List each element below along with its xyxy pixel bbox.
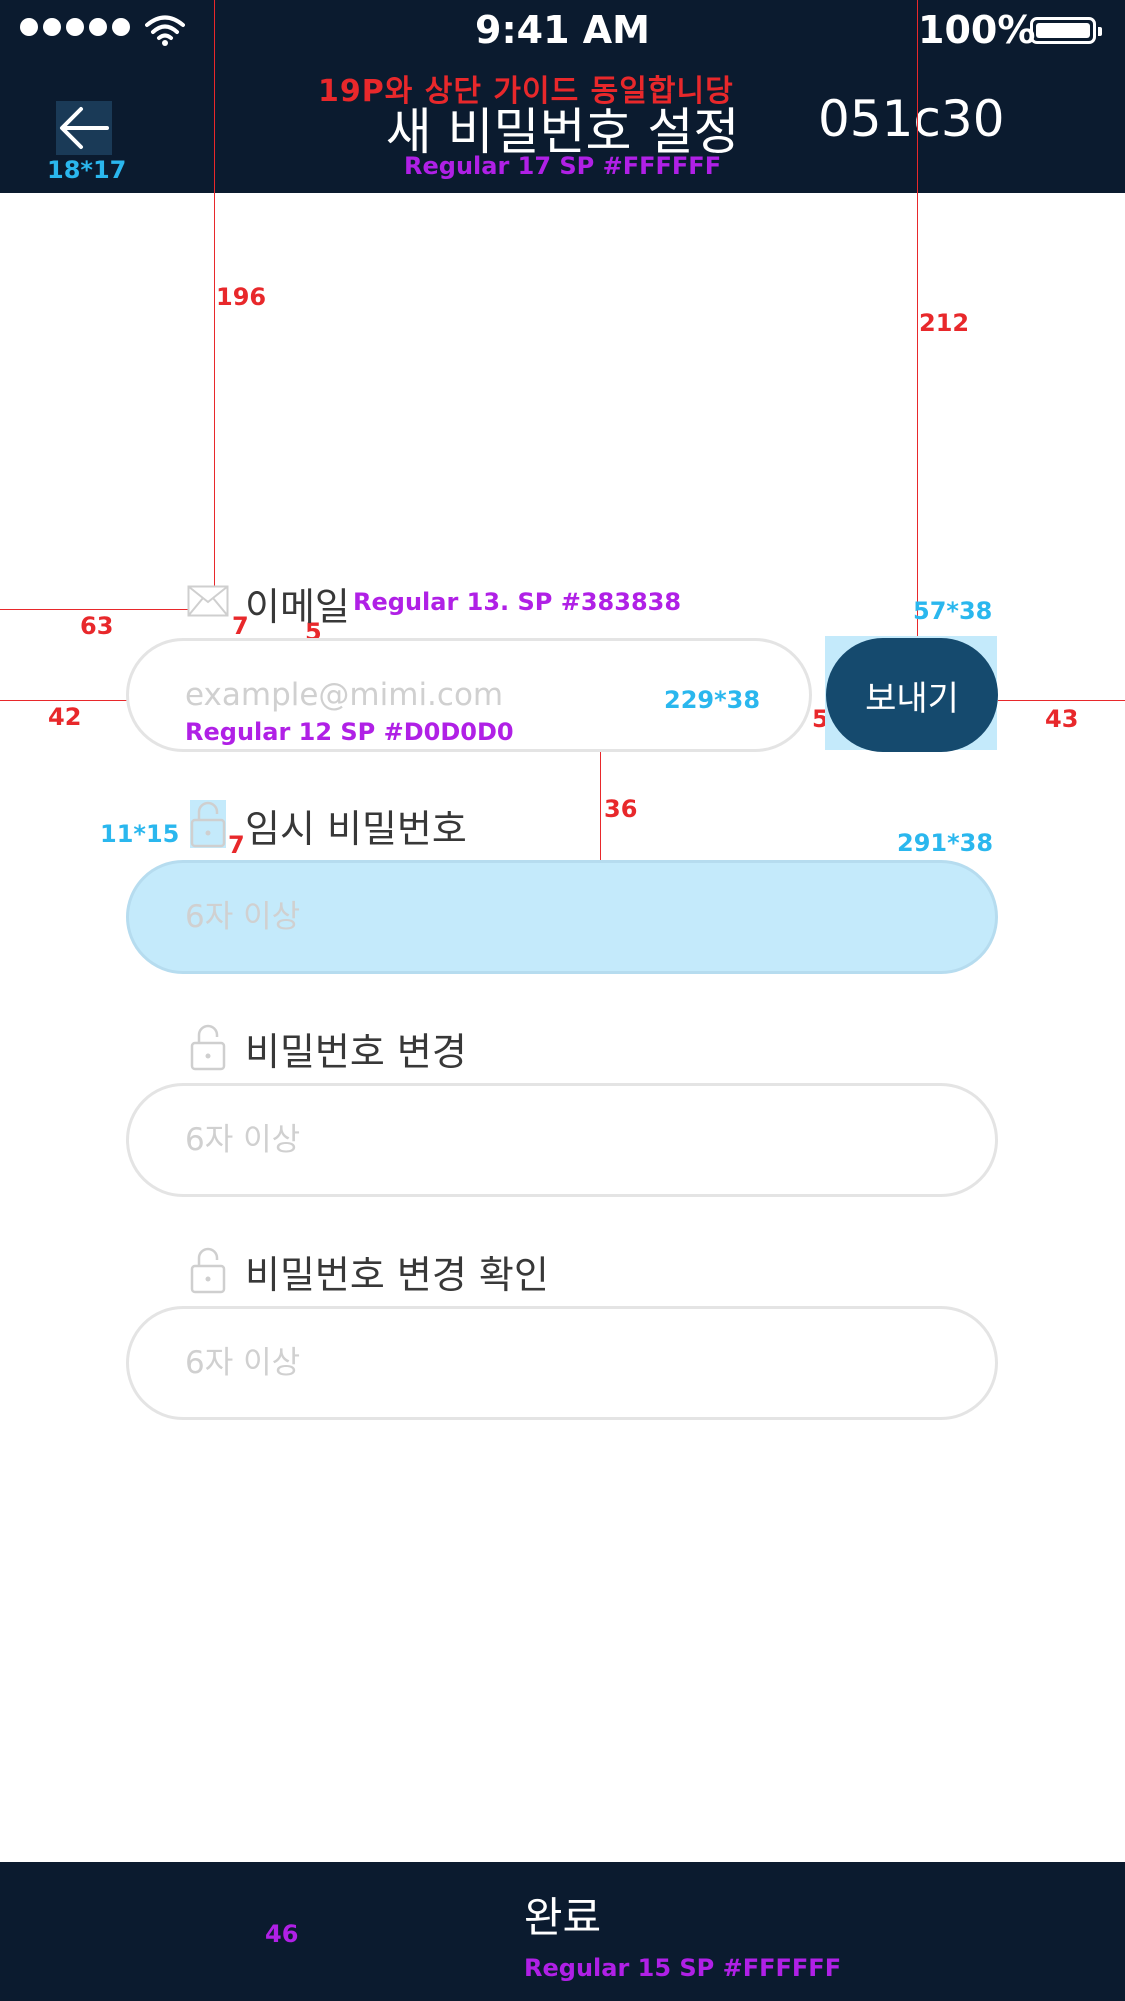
annotation-distance: 42	[48, 703, 82, 731]
complete-button-label: 완료	[523, 1893, 602, 1942]
new-password-label: 비밀번호 변경	[245, 1030, 467, 1074]
send-button[interactable]: 보내기	[826, 638, 998, 752]
annotation-input-font: Regular 12 SP #D0D0D0	[185, 718, 514, 746]
annotation-title-font: Regular 17 SP #FFFFFF	[404, 152, 722, 180]
new-password-input[interactable]	[126, 1083, 998, 1197]
annotation-distance: 7	[228, 831, 245, 859]
confirm-password-label: 비밀번호 변경 확인	[245, 1253, 549, 1297]
lock-icon	[190, 1246, 226, 1298]
annotation-send-size: 57*38	[913, 597, 993, 625]
annotation-distance: 196	[216, 283, 267, 311]
annotation-footer-font: Regular 15 SP #FFFFFF	[524, 1954, 842, 1982]
annotation-top-note: 19P와 상단 가이드 동일합니당	[318, 74, 734, 109]
header-bar: 9:41 AM 100% 새 비밀번호 설정 051c30 19P와 상단 가이…	[0, 0, 1125, 193]
annotation-label-font: Regular 13. SP #383838	[353, 588, 682, 616]
annotation-distance: 43	[1045, 705, 1079, 733]
lock-icon	[190, 1023, 226, 1075]
guide-line	[917, 0, 918, 638]
envelope-icon	[187, 585, 229, 621]
complete-button[interactable]: 완료 46 Regular 15 SP #FFFFFF	[0, 1862, 1125, 2001]
confirm-password-input[interactable]	[126, 1306, 998, 1420]
battery-percentage: 100%	[918, 8, 1036, 52]
annotation-distance: 46	[265, 1920, 299, 1948]
annotation-input-size: 229*38	[664, 686, 761, 714]
guide-line	[600, 752, 601, 860]
annotation-lock-size: 11*15	[100, 820, 180, 848]
annotation-field-size: 291*38	[897, 829, 994, 857]
annotation-distance: 212	[919, 309, 970, 337]
temp-password-input[interactable]	[126, 860, 998, 974]
lock-icon	[190, 800, 226, 852]
guide-line	[0, 609, 190, 610]
color-code-label: 051c30	[818, 90, 1005, 148]
temp-password-label: 임시 비밀번호	[245, 807, 467, 851]
guide-line	[0, 700, 126, 701]
annotation-distance: 36	[604, 795, 638, 823]
guide-line	[214, 0, 215, 598]
battery-icon	[1030, 17, 1102, 44]
annotation-distance: 63	[80, 612, 114, 640]
guide-line	[998, 700, 1125, 701]
annotation-back-size: 18*17	[47, 156, 127, 184]
email-label: 이메일	[245, 585, 350, 629]
